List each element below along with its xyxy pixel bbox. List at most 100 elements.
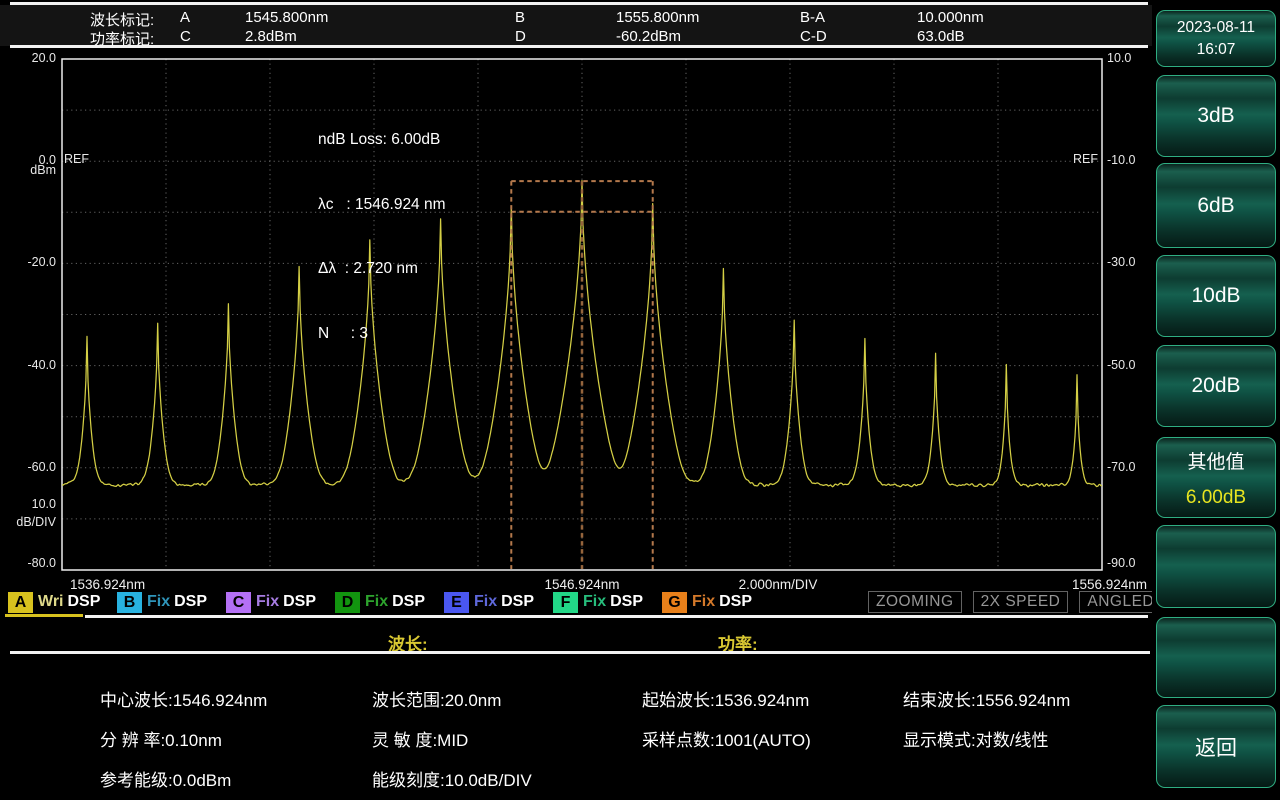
annotation-lambda-c: λc : 1546.924 nm — [318, 195, 446, 213]
trace-mode-label: Fix — [692, 593, 716, 610]
trace-button-D[interactable]: D Fix DSP — [335, 591, 425, 613]
plot-frame — [61, 58, 1103, 571]
ref-marker-right: REF — [1073, 152, 1098, 166]
softkey-3db[interactable]: 3dB — [1156, 75, 1276, 157]
info-field-c3r2: 采样点数:1001(AUTO) — [642, 731, 811, 750]
softkey-back-line1: 返回 — [1195, 736, 1237, 760]
x-label-center: 1546.924nm — [544, 577, 620, 592]
status-indicators: ZOOMING 2X SPEED ANGLED — [868, 591, 1163, 613]
active-trace-underline — [5, 614, 83, 617]
trace-dsp-label: DSP — [501, 593, 535, 610]
marker-a-key: A — [180, 9, 191, 26]
section-divider — [10, 651, 1150, 654]
annotation-delta-lambda: Δλ : 2.720 nm — [318, 260, 418, 277]
wavelength-marker-label: 波长标记: — [90, 12, 155, 29]
trace-letter-A: A — [8, 591, 33, 613]
y-left-tick: -40.0 — [27, 357, 57, 372]
info-field-c2r1: 波长范围:20.0nm — [372, 691, 502, 710]
y-left-tick: -20.0 — [27, 255, 57, 270]
power-marker-label: 功率标记: — [90, 31, 155, 48]
softkey-back[interactable]: 返回 — [1156, 705, 1276, 788]
y-right-tick: -50.0 — [1107, 357, 1136, 372]
y-right-tick: -90.0 — [1107, 556, 1136, 570]
marker-c-value: 2.8dBm — [245, 28, 297, 45]
info-field-c4r2: 显示模式:对数/线性 — [903, 731, 1049, 750]
trace-button-B[interactable]: B Fix DSP — [117, 591, 207, 613]
marker-d-value: -60.2dBm — [616, 28, 682, 45]
trace-mode-label: Fix — [365, 593, 389, 610]
status-2x-speed: 2X SPEED — [972, 591, 1069, 613]
trace-mode-label: Fix — [147, 593, 171, 610]
softkey-datetime-line1: 2023-08-11 — [1176, 18, 1256, 36]
trace-letter-F: F — [553, 591, 578, 613]
softkey-20db[interactable]: 20dB — [1156, 345, 1276, 427]
info-field-c2r2: 灵 敏 度:MID — [372, 731, 469, 750]
info-field-c2r3: 能级刻度:10.0dB/DIV — [372, 771, 532, 790]
y-right-tick: 10.0 — [1107, 51, 1132, 65]
softkey-panel: 2023-08-11 16:07 3dB 6dB 10dB 20dB 其他值 6.00dB 返回 — [1152, 0, 1280, 800]
osa-screen: 波长标记: A 1545.800nm B 1555.800nm B-A 10.0… — [0, 0, 1280, 800]
trace-button-E[interactable]: E Fix DSP — [444, 591, 534, 613]
trace-mode-label: Fix — [474, 593, 498, 610]
softkey-10db[interactable]: 10dB — [1156, 255, 1276, 337]
topbar-divider-top — [10, 2, 1148, 5]
softkey-blank-1[interactable] — [1156, 525, 1276, 608]
info-field-c1r2: 分 辨 率:0.10nm — [100, 731, 222, 750]
marker-ba-value: 10.000nm — [917, 9, 984, 26]
trace-dsp-label: DSP — [392, 593, 426, 610]
y-left-tick: -60.0 — [27, 459, 57, 474]
softkey-datetime[interactable]: 2023-08-11 16:07 — [1156, 10, 1276, 67]
y-right-tick: -30.0 — [1107, 255, 1136, 270]
softkey-other-value-line1: 其他值 — [1187, 451, 1245, 473]
softkey-3db-line1: 3dB — [1197, 104, 1235, 127]
trace-row-divider — [85, 615, 1148, 618]
y-left-tick: -80.0 — [27, 556, 57, 570]
trace-mode-label: Fix — [583, 593, 607, 610]
annotation-n: N : 3 — [318, 324, 368, 342]
annotation-ndb-loss: ndB Loss: 6.00dB — [318, 131, 441, 148]
x-label-per-div: 2.000nm/DIV — [738, 577, 818, 592]
y-scale-unit: dB/DIV — [16, 515, 56, 529]
marker-b-key: B — [515, 9, 526, 26]
info-field-c1r1: 中心波长:1546.924nm — [100, 691, 268, 710]
x-label-start: 1536.924nm — [70, 577, 146, 592]
trace-letter-D: D — [335, 591, 360, 613]
marker-ba-key: B-A — [800, 9, 826, 26]
trace-letter-E: E — [444, 591, 469, 613]
softkey-6db[interactable]: 6dB — [1156, 163, 1276, 248]
softkey-datetime-line2: 16:07 — [1196, 40, 1236, 58]
trace-button-F[interactable]: F Fix DSP — [553, 591, 643, 613]
topbar-divider-bottom — [10, 45, 1148, 48]
trace-mode-label: Wri — [38, 593, 64, 610]
trace-button-A[interactable]: A Wri DSP — [8, 591, 100, 613]
y-left-tick: 0.0 — [38, 153, 56, 168]
y-right-tick: -10.0 — [1107, 153, 1136, 168]
trace-button-G[interactable]: G Fix DSP — [662, 591, 752, 613]
marker-readout-bar: 波长标记: A 1545.800nm B 1555.800nm B-A 10.0… — [0, 0, 1152, 50]
info-field-c1r3: 参考能级:0.0dBm — [100, 771, 232, 790]
marker-c-key: C — [180, 28, 191, 45]
marker-b-value: 1555.800nm — [616, 9, 700, 26]
softkey-other-value-line2: 6.00dB — [1185, 486, 1247, 508]
x-label-stop: 1556.924nm — [1071, 577, 1147, 592]
ref-marker-left: REF — [64, 152, 89, 166]
spectrum-plot — [61, 58, 1103, 571]
softkey-6db-line1: 6dB — [1197, 193, 1235, 217]
softkey-20db-line1: 20dB — [1191, 374, 1241, 397]
status-zooming: ZOOMING — [868, 591, 962, 613]
trace-mode-label: Fix — [256, 593, 280, 610]
info-field-c3r1: 起始波长:1536.924nm — [642, 691, 810, 710]
softkey-other-value[interactable]: 其他值 6.00dB — [1156, 437, 1276, 518]
y-left-tick: 20.0 — [31, 51, 56, 65]
trace-a-curve — [61, 179, 1103, 488]
trace-letter-G: G — [662, 591, 687, 613]
trace-dsp-label: DSP — [610, 593, 644, 610]
marker-cd-key: C-D — [800, 28, 827, 45]
softkey-blank-2[interactable] — [1156, 617, 1276, 698]
y-right-tick: -70.0 — [1107, 459, 1136, 474]
trace-dsp-label: DSP — [719, 593, 753, 610]
trace-dsp-label: DSP — [283, 593, 317, 610]
trace-dsp-label: DSP — [67, 593, 101, 610]
marker-a-value: 1545.800nm — [245, 9, 329, 26]
trace-button-C[interactable]: C Fix DSP — [226, 591, 316, 613]
